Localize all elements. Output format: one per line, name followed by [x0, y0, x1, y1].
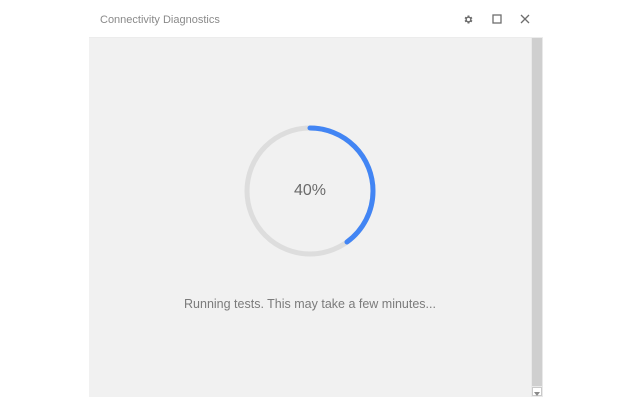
progress-ring: 40% — [242, 123, 378, 259]
close-button[interactable] — [518, 12, 532, 26]
maximize-button[interactable] — [490, 12, 504, 26]
scrollbar[interactable] — [531, 38, 543, 397]
close-icon — [520, 14, 530, 24]
window-title: Connectivity Diagnostics — [100, 14, 220, 26]
gear-icon — [463, 14, 474, 25]
chevron-down-icon — [534, 383, 540, 401]
content-area: 40% Running tests. This may take a few m… — [89, 38, 531, 397]
scrollbar-thumb[interactable] — [532, 38, 542, 386]
diagnostics-window: Connectivity Diagnostics 40% Running tes… — [89, 0, 543, 397]
progress-percent: 40% — [293, 182, 327, 199]
status-message: Running tests. This may take a few minut… — [184, 297, 436, 311]
scroll-down-button[interactable] — [532, 387, 542, 396]
maximize-icon — [492, 14, 502, 24]
title-bar[interactable]: Connectivity Diagnostics — [89, 0, 543, 38]
settings-button[interactable] — [461, 12, 475, 26]
